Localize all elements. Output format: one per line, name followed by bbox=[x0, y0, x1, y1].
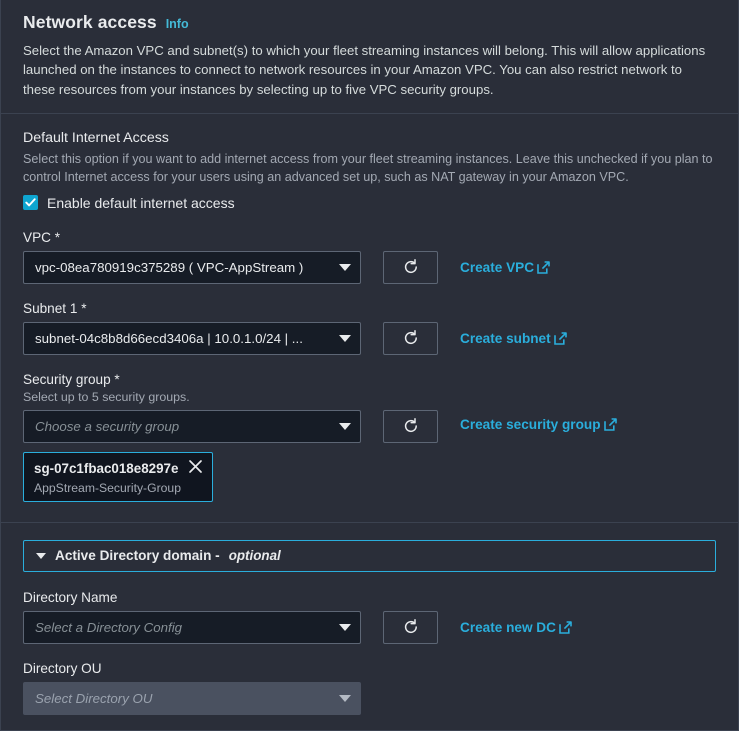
directory-name-refresh-button[interactable] bbox=[383, 610, 438, 644]
close-icon[interactable] bbox=[188, 459, 203, 479]
security-group-select[interactable]: Choose a security group bbox=[23, 409, 361, 443]
section-divider bbox=[1, 521, 738, 523]
security-group-hint: Select up to 5 security groups. bbox=[23, 389, 190, 404]
security-group-select-placeholder: Choose a security group bbox=[35, 418, 180, 434]
subnet-select[interactable]: subnet-04c8b8d66ecd3406a | 10.0.1.0/24 |… bbox=[23, 321, 361, 355]
external-link-icon bbox=[537, 253, 550, 286]
chevron-down-icon bbox=[339, 422, 351, 430]
refresh-icon bbox=[404, 417, 417, 433]
checkmark-icon bbox=[25, 198, 36, 207]
vpc-row: vpc-08ea780919c375289 ( VPC-AppStream ) … bbox=[23, 250, 716, 286]
refresh-icon bbox=[404, 618, 417, 634]
create-security-group-link[interactable]: Create security group bbox=[460, 410, 617, 436]
vpc-refresh-button[interactable] bbox=[383, 250, 438, 284]
enable-default-internet-access-row[interactable]: Enable default internet access bbox=[23, 195, 716, 211]
create-new-dc-link[interactable]: Create new DC bbox=[460, 611, 572, 646]
enable-default-internet-access-label[interactable]: Enable default internet access bbox=[47, 195, 235, 211]
directory-ou-select: Select Directory OU bbox=[23, 681, 361, 715]
directory-ou-select-placeholder: Select Directory OU bbox=[35, 690, 153, 706]
directory-name-field-group: Directory Name Select a Directory Config… bbox=[23, 590, 716, 646]
directory-name-select-placeholder: Select a Directory Config bbox=[35, 619, 183, 635]
active-directory-domain-label: Active Directory domain - bbox=[55, 548, 220, 564]
create-subnet-link-label: Create subnet bbox=[460, 330, 551, 346]
panel-header: Network access Info Select the Amazon VP… bbox=[1, 0, 738, 114]
security-group-row: Choose a security group Create security … bbox=[23, 409, 716, 443]
refresh-icon bbox=[404, 329, 417, 345]
subnet-refresh-button[interactable] bbox=[383, 321, 438, 355]
directory-name-label: Directory Name bbox=[23, 589, 118, 605]
security-group-token-top: sg-07c1fbac018e8297e bbox=[34, 459, 203, 479]
chevron-down-icon bbox=[339, 263, 351, 271]
enable-default-internet-access-checkbox[interactable] bbox=[23, 195, 38, 211]
network-access-panel: Network access Info Select the Amazon VP… bbox=[0, 0, 739, 731]
directory-name-row: Select a Directory Config Create new DC bbox=[23, 610, 716, 646]
active-directory-domain-optional: optional bbox=[228, 548, 281, 564]
security-group-field-group: Security group * Select up to 5 security… bbox=[23, 372, 716, 519]
create-vpc-link-label: Create VPC bbox=[460, 259, 535, 275]
create-vpc-link[interactable]: Create VPC bbox=[460, 251, 550, 286]
create-subnet-link[interactable]: Create subnet bbox=[460, 322, 567, 357]
active-directory-domain-expander[interactable]: Active Directory domain - optional bbox=[23, 539, 716, 572]
default-internet-access-description: Select this option if you want to add in… bbox=[23, 151, 713, 184]
subnet-label: Subnet 1 * bbox=[23, 300, 87, 316]
external-link-icon bbox=[603, 417, 617, 436]
security-group-label: Security group * bbox=[23, 371, 120, 387]
chevron-down-icon bbox=[339, 334, 351, 342]
subnet-row: subnet-04c8b8d66ecd3406a | 10.0.1.0/24 |… bbox=[23, 321, 716, 357]
external-link-icon bbox=[559, 613, 572, 646]
vpc-select[interactable]: vpc-08ea780919c375289 ( VPC-AppStream ) bbox=[23, 250, 361, 284]
security-group-token-name: AppStream-Security-Group bbox=[34, 480, 181, 495]
security-group-refresh-button[interactable] bbox=[383, 409, 438, 443]
external-link-icon bbox=[553, 324, 567, 357]
directory-ou-field-group: Directory OU Select Directory OU bbox=[23, 661, 716, 715]
directory-name-select[interactable]: Select a Directory Config bbox=[23, 610, 361, 644]
chevron-down-icon bbox=[339, 694, 351, 702]
vpc-select-value: vpc-08ea780919c375289 ( VPC-AppStream ) bbox=[35, 259, 304, 275]
security-group-token: sg-07c1fbac018e8297e AppStream-Security-… bbox=[23, 451, 214, 502]
create-new-dc-link-label: Create new DC bbox=[460, 619, 556, 635]
vpc-label: VPC * bbox=[23, 229, 61, 245]
chevron-down-icon bbox=[36, 552, 46, 559]
create-security-group-link-label: Create security group bbox=[460, 416, 601, 432]
directory-ou-label: Directory OU bbox=[23, 660, 102, 676]
panel-description: Select the Amazon VPC and subnet(s) to w… bbox=[23, 43, 706, 97]
panel-body: Default Internet Access Select this opti… bbox=[1, 114, 738, 730]
page-title: Network access bbox=[23, 12, 157, 32]
directory-ou-row: Select Directory OU bbox=[23, 681, 716, 715]
header-title-row: Network access Info bbox=[23, 12, 716, 33]
info-link[interactable]: Info bbox=[166, 17, 189, 31]
default-internet-access-title: Default Internet Access bbox=[23, 129, 169, 146]
security-group-token-id: sg-07c1fbac018e8297e bbox=[34, 461, 179, 477]
subnet-field-group: Subnet 1 * subnet-04c8b8d66ecd3406a | 10… bbox=[23, 301, 716, 357]
chevron-down-icon bbox=[339, 623, 351, 631]
refresh-icon bbox=[404, 258, 417, 274]
vpc-field-group: VPC * vpc-08ea780919c375289 ( VPC-AppStr… bbox=[23, 230, 716, 286]
subnet-select-value: subnet-04c8b8d66ecd3406a | 10.0.1.0/24 |… bbox=[35, 330, 303, 346]
